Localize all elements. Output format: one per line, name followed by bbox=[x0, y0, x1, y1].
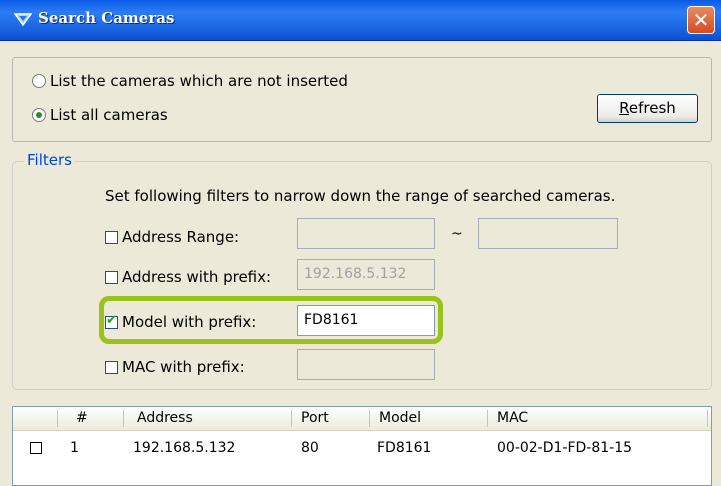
model-prefix-checkbox[interactable]: Model with prefix: bbox=[105, 313, 256, 331]
radio-all-cameras-label: List all cameras bbox=[50, 106, 168, 124]
refresh-label: efresh bbox=[628, 99, 676, 117]
model-prefix-label: Model with prefix: bbox=[122, 313, 257, 331]
address-range-from-field[interactable] bbox=[297, 218, 435, 249]
filters-group-label: Filters bbox=[24, 151, 75, 169]
column-divider[interactable] bbox=[369, 410, 370, 427]
radio-selected-icon bbox=[32, 108, 46, 122]
radio-all-cameras[interactable]: List all cameras bbox=[32, 106, 168, 124]
filters-instruction: Set following filters to narrow down the… bbox=[105, 187, 616, 205]
mac-prefix-label: MAC with prefix: bbox=[122, 358, 245, 376]
range-separator: ~ bbox=[451, 226, 463, 242]
checkbox-icon bbox=[105, 270, 118, 284]
refresh-button[interactable]: Refresh bbox=[597, 94, 698, 123]
address-range-to-field[interactable] bbox=[478, 218, 618, 249]
row-select-checkbox[interactable] bbox=[30, 442, 42, 454]
mac-prefix-checkbox[interactable]: MAC with prefix: bbox=[105, 358, 245, 376]
column-divider[interactable] bbox=[291, 410, 292, 427]
checkbox-icon bbox=[105, 360, 118, 374]
column-divider[interactable] bbox=[57, 410, 58, 427]
address-range-checkbox[interactable]: Address Range: bbox=[105, 228, 239, 246]
close-button[interactable]: ✕ bbox=[687, 6, 715, 34]
radio-not-inserted-label: List the cameras which are not inserted bbox=[50, 72, 348, 90]
column-divider[interactable] bbox=[123, 410, 124, 427]
radio-not-inserted[interactable]: List the cameras which are not inserted bbox=[32, 72, 348, 90]
close-icon: ✕ bbox=[692, 8, 710, 32]
camera-app-icon bbox=[14, 13, 32, 27]
column-divider[interactable] bbox=[487, 410, 488, 427]
column-divider[interactable] bbox=[707, 410, 708, 427]
column-header-model[interactable]: Model bbox=[379, 410, 421, 426]
radio-icon bbox=[32, 74, 46, 88]
row-port: 80 bbox=[301, 440, 319, 456]
row-mac: 00-02-D1-FD-81-15 bbox=[497, 440, 633, 456]
checkbox-checked-icon bbox=[105, 313, 118, 329]
address-prefix-checkbox[interactable]: Address with prefix: bbox=[105, 268, 271, 286]
model-prefix-field[interactable]: FD8161 bbox=[297, 305, 435, 336]
refresh-mnemonic: R bbox=[619, 99, 629, 117]
checkbox-icon bbox=[105, 230, 118, 244]
row-address: 192.168.5.132 bbox=[133, 440, 236, 456]
window-title: Search Cameras bbox=[38, 9, 175, 27]
column-header-port[interactable]: Port bbox=[301, 410, 329, 426]
title-bar[interactable]: Search Cameras ✕ bbox=[0, 0, 721, 41]
address-prefix-field[interactable]: 192.168.5.132 bbox=[297, 259, 435, 290]
address-range-label: Address Range: bbox=[122, 228, 240, 246]
search-cameras-dialog: Search Cameras ✕ List the cameras which … bbox=[0, 0, 721, 486]
row-model: FD8161 bbox=[377, 440, 432, 456]
row-number: 1 bbox=[70, 440, 79, 456]
column-header-number[interactable]: # bbox=[76, 410, 88, 426]
column-header-mac[interactable]: MAC bbox=[497, 410, 528, 426]
column-header-address[interactable]: Address bbox=[137, 410, 193, 426]
address-prefix-label: Address with prefix: bbox=[122, 268, 272, 286]
camera-list-header: # Address Port Model MAC bbox=[13, 407, 711, 431]
camera-list[interactable]: # Address Port Model MAC 1 192.168.5.132… bbox=[12, 406, 712, 486]
mac-prefix-field[interactable] bbox=[297, 349, 435, 380]
